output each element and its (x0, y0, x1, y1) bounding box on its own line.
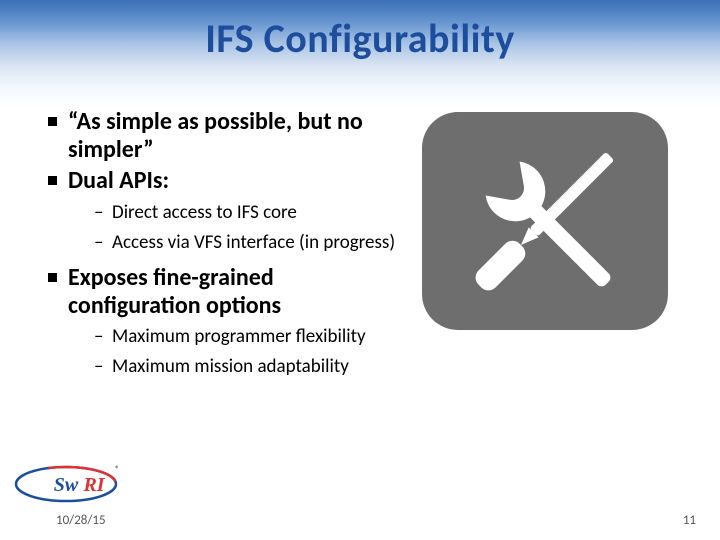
bullet-item: “As simple as possible, but no simpler” (48, 108, 403, 163)
sub-bullet-item: Access via VFS interface (in progress) (94, 231, 403, 255)
bullet-list: “As simple as possible, but no simpler” … (48, 108, 403, 379)
swri-logo: Sw RI ® (14, 462, 124, 506)
slide-title: IFS Configurability (0, 14, 720, 63)
bullet-text: “As simple as possible, but no simpler” (68, 107, 363, 164)
footer-page-number: 11 (683, 513, 696, 528)
sub-bullet-item: Maximum mission adaptability (94, 355, 403, 379)
slide: IFS Configurability “As simple as possib… (0, 0, 720, 540)
svg-text:RI: RI (82, 474, 105, 496)
bullet-item: Exposes fine-grained configuration optio… (48, 264, 403, 379)
tools-icon (422, 112, 668, 330)
svg-text:Sw: Sw (54, 474, 79, 496)
svg-text:®: ® (115, 464, 120, 475)
bullet-text: Dual APIs: (68, 166, 169, 195)
bullet-item: Dual APIs: Direct access to IFS core Acc… (48, 167, 403, 254)
footer-date: 10/28/15 (56, 513, 106, 528)
bullet-text: Exposes fine-grained configuration optio… (68, 263, 281, 320)
sub-bullet-item: Direct access to IFS core (94, 201, 403, 225)
sub-bullet-list: Maximum programmer flexibility Maximum m… (68, 325, 403, 379)
content-block: “As simple as possible, but no simpler” … (48, 108, 403, 389)
sub-bullet-list: Direct access to IFS core Access via VFS… (68, 201, 403, 255)
sub-bullet-item: Maximum programmer flexibility (94, 325, 403, 349)
